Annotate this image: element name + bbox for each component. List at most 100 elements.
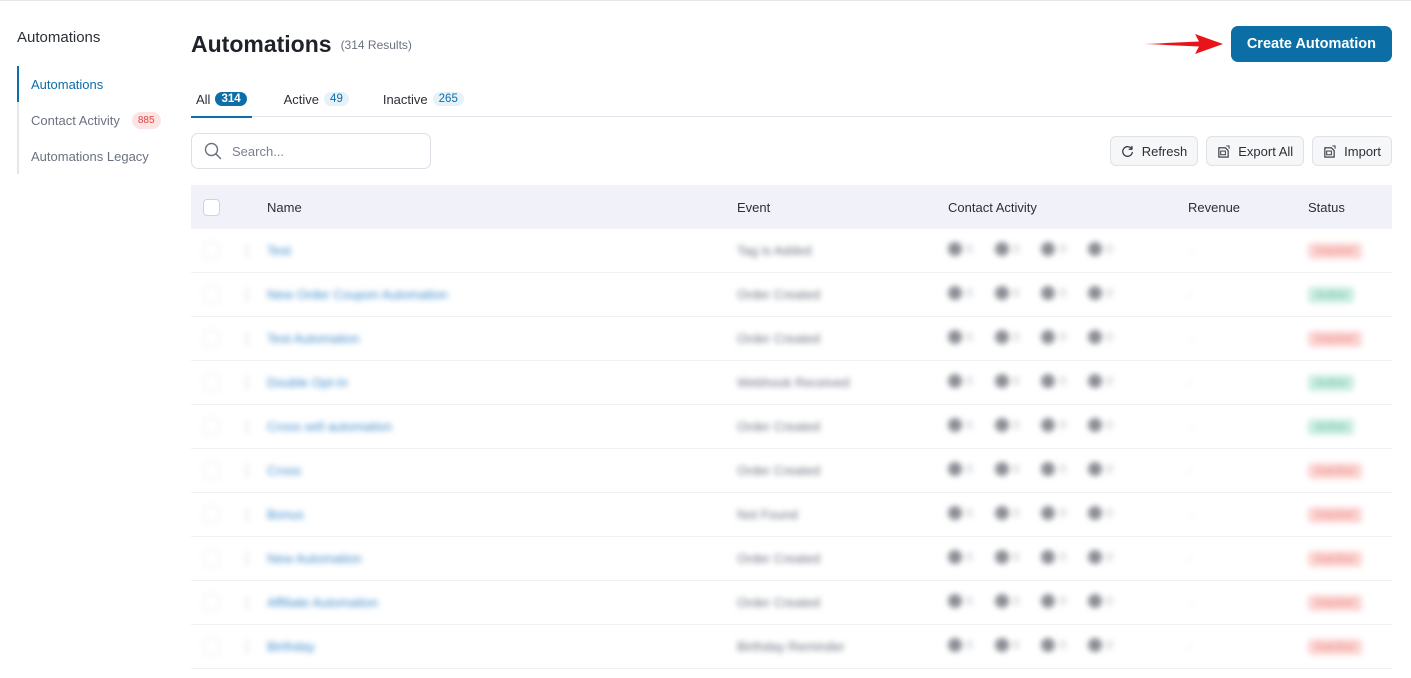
status-badge[interactable]: Inactive bbox=[1308, 243, 1362, 259]
status-badge[interactable]: Inactive bbox=[1308, 595, 1362, 611]
activity-icon bbox=[1088, 242, 1103, 256]
activity-count: 0 bbox=[1059, 242, 1067, 256]
status-badge[interactable]: Active bbox=[1308, 287, 1354, 303]
main-content: Automations (314 Results) Create Automat… bbox=[191, 25, 1392, 669]
sidebar-item-automations[interactable]: Automations bbox=[17, 66, 177, 102]
status-badge[interactable]: Active bbox=[1308, 419, 1354, 435]
row-checkbox[interactable] bbox=[203, 594, 220, 611]
drag-handle-icon[interactable]: ⋮ bbox=[240, 506, 254, 523]
automation-event: Order Created bbox=[737, 463, 821, 478]
search-box[interactable] bbox=[191, 133, 431, 169]
automation-name-link[interactable]: Affiliate Automation bbox=[267, 595, 378, 610]
column-header-status: Status bbox=[1308, 199, 1345, 215]
status-badge[interactable]: Inactive bbox=[1308, 463, 1362, 479]
refresh-icon bbox=[1121, 145, 1133, 157]
row-checkbox[interactable] bbox=[203, 418, 220, 435]
automation-name-link[interactable]: Test bbox=[267, 243, 291, 258]
revenue-value: - bbox=[1188, 243, 1193, 258]
sidebar-item-label: Automations Legacy bbox=[31, 148, 149, 164]
activity-stat: 0 bbox=[994, 330, 1019, 344]
activity-stat: 0 bbox=[994, 550, 1020, 564]
activity-stat: 0 bbox=[948, 418, 973, 432]
automation-name-link[interactable]: Cross sell automation bbox=[267, 419, 392, 434]
table-row[interactable]: ⋮ Test Tag is Added 0 0 0 0 - Inactive bbox=[191, 229, 1392, 273]
activity-count: 0 bbox=[966, 330, 973, 344]
drag-handle-icon[interactable]: ⋮ bbox=[240, 462, 254, 479]
automation-name-link[interactable]: Test Automation bbox=[267, 331, 360, 346]
status-badge[interactable]: Inactive bbox=[1308, 639, 1362, 655]
row-checkbox[interactable] bbox=[203, 638, 220, 655]
status-badge[interactable]: Active bbox=[1308, 375, 1354, 391]
status-badge[interactable]: Inactive bbox=[1308, 507, 1362, 523]
contact-activity-cell: 0 0 0 0 bbox=[948, 286, 1188, 303]
table-row[interactable]: ⋮ New Automation Order Created 0 0 0 0 - In… bbox=[191, 537, 1392, 581]
select-all-checkbox[interactable] bbox=[203, 198, 220, 216]
activity-count: 0 bbox=[966, 286, 973, 300]
row-checkbox[interactable] bbox=[203, 506, 220, 523]
activity-count: 0 bbox=[966, 462, 973, 476]
row-checkbox[interactable] bbox=[203, 242, 220, 259]
column-header-contact-activity: Contact Activity bbox=[948, 199, 1037, 215]
drag-handle-icon[interactable]: ⋮ bbox=[240, 242, 254, 259]
automation-event: Order Created bbox=[737, 551, 821, 566]
activity-icon bbox=[994, 594, 1009, 608]
row-checkbox[interactable] bbox=[203, 550, 220, 567]
sidebar: Automations Automations Contact Activity… bbox=[17, 29, 177, 174]
sidebar-item-contact-activity[interactable]: Contact Activity 885 bbox=[19, 102, 177, 138]
row-checkbox[interactable] bbox=[203, 286, 220, 303]
export-all-button[interactable]: Export All bbox=[1206, 136, 1305, 166]
automation-name-link[interactable]: New Order Coupon Automation bbox=[267, 287, 448, 302]
activity-stat: 0 bbox=[1088, 462, 1113, 476]
tab-active[interactable]: Active 49 bbox=[284, 87, 349, 117]
activity-icon bbox=[948, 462, 962, 476]
table-row[interactable]: ⋮ Affiliate Automation Order Created 000… bbox=[191, 581, 1392, 625]
activity-icon bbox=[1088, 550, 1103, 564]
activity-count: 0 bbox=[1012, 506, 1020, 520]
refresh-button[interactable]: Refresh bbox=[1109, 136, 1199, 166]
activity-icon bbox=[1041, 418, 1056, 432]
tab-all[interactable]: All 314 bbox=[191, 87, 252, 118]
revenue-value: - bbox=[1188, 463, 1193, 478]
row-checkbox[interactable] bbox=[203, 330, 220, 347]
automation-name-link[interactable]: Double Opt-In bbox=[267, 375, 348, 390]
table-row[interactable]: ⋮ Double Opt-In Webhook Received 0000 - … bbox=[191, 361, 1392, 405]
results-count: (314 Results) bbox=[340, 38, 412, 52]
automation-name-link[interactable]: New Automation bbox=[267, 551, 362, 566]
table-row[interactable]: ⋮ Bonus Not Found 0 0 0 0 - Inactive bbox=[191, 493, 1392, 537]
table-row[interactable]: ⋮ Birthday Birthday Reminder 0 0 0 0 - Inac… bbox=[191, 625, 1392, 669]
create-automation-button[interactable]: Create Automation bbox=[1230, 26, 1392, 62]
table-row[interactable]: ⋮ Cross sell automation Order Created 00… bbox=[191, 405, 1392, 449]
drag-handle-icon[interactable]: ⋮ bbox=[240, 286, 254, 303]
drag-handle-icon[interactable]: ⋮ bbox=[240, 330, 254, 347]
automation-event: Order Created bbox=[737, 419, 821, 434]
drag-handle-icon[interactable]: ⋮ bbox=[240, 374, 254, 391]
column-header-name[interactable]: Name bbox=[267, 200, 737, 215]
automation-name-link[interactable]: Bonus bbox=[267, 507, 304, 522]
activity-stat: 0 bbox=[1041, 550, 1066, 564]
tab-inactive[interactable]: Inactive 265 bbox=[383, 87, 464, 117]
status-badge[interactable]: Inactive bbox=[1308, 551, 1362, 567]
drag-handle-icon[interactable]: ⋮ bbox=[240, 594, 254, 611]
sidebar-item-label: Automations bbox=[31, 76, 104, 92]
activity-stat: 0 bbox=[1088, 638, 1113, 652]
sidebar-item-automations-legacy[interactable]: Automations Legacy bbox=[19, 138, 177, 174]
table-row[interactable]: ⋮ Test Automation Order Created 0 0 0 0 - I… bbox=[191, 317, 1392, 361]
drag-handle-icon[interactable]: ⋮ bbox=[240, 550, 254, 567]
table-row[interactable]: ⋮ Cross Order Created 0 0 0 0 - Inactive bbox=[191, 449, 1392, 493]
row-checkbox[interactable] bbox=[203, 374, 220, 391]
contact-activity-cell: 0 0 0 0 bbox=[948, 638, 1188, 655]
activity-count: 0 bbox=[1012, 550, 1020, 564]
row-checkbox[interactable] bbox=[203, 462, 220, 479]
automation-name-link[interactable]: Cross bbox=[267, 463, 301, 478]
drag-handle-icon[interactable]: ⋮ bbox=[240, 418, 254, 435]
status-badge[interactable]: Inactive bbox=[1308, 331, 1362, 347]
activity-count: 0 bbox=[1012, 638, 1020, 652]
activity-icon bbox=[994, 374, 1009, 388]
automation-event: Order Created bbox=[737, 287, 821, 302]
automation-name-link[interactable]: Birthday bbox=[267, 639, 315, 654]
table-row[interactable]: ⋮ New Order Coupon Automation Order Crea… bbox=[191, 273, 1392, 317]
search-input[interactable] bbox=[232, 143, 412, 159]
drag-handle-icon[interactable]: ⋮ bbox=[240, 638, 254, 655]
revenue-value: - bbox=[1188, 551, 1193, 566]
import-button[interactable]: Import bbox=[1312, 136, 1392, 166]
